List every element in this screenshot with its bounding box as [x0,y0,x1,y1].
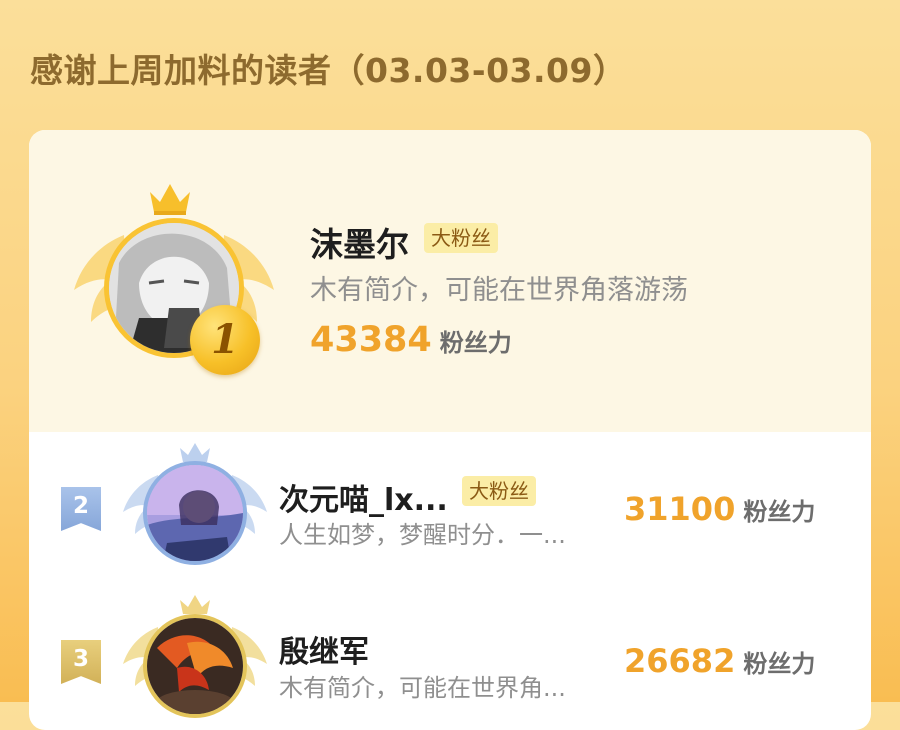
fan-power-score: 31100 粉丝力 [624,490,815,528]
fan-power-score: 26682 粉丝力 [624,642,815,680]
score-value: 43384 [310,320,432,360]
rank-ribbon: 2 [61,487,101,531]
rank-ribbon: 3 [61,640,101,684]
reader-bio: 木有简介，可能在世界角... [279,674,566,702]
score-unit: 粉丝力 [439,329,512,357]
reader-name[interactable]: 殷继军 [279,627,369,671]
crown-icon [180,595,210,614]
score-unit: 粉丝力 [743,650,816,678]
reader-bio: 木有简介，可能在世界角落游荡 [310,275,688,306]
avatar[interactable] [143,461,247,565]
fan-badge: 大粉丝 [424,223,498,253]
reader-bio: 人生如梦，梦醒时分．一... [279,521,566,549]
score-value: 31100 [624,490,736,528]
reader-name[interactable]: 沫墨尔 [310,218,409,266]
fan-badge: 大粉丝 [462,476,536,506]
fan-power-score: 43384 粉丝力 [310,320,512,360]
page-title: 感谢上周加料的读者（03.03-03.09） [30,51,627,90]
score-value: 26682 [624,642,736,680]
leaderboard-card: 1 沫墨尔 大粉丝 木有简介，可能在世界角落游荡 43384 粉丝力 2 次元喵… [29,130,871,730]
avatar[interactable] [143,614,247,718]
crown-icon [150,184,190,215]
reader-name[interactable]: 次元喵_lx... [279,475,448,519]
score-unit: 粉丝力 [743,498,816,526]
gold-medal-icon: 1 [190,305,260,375]
